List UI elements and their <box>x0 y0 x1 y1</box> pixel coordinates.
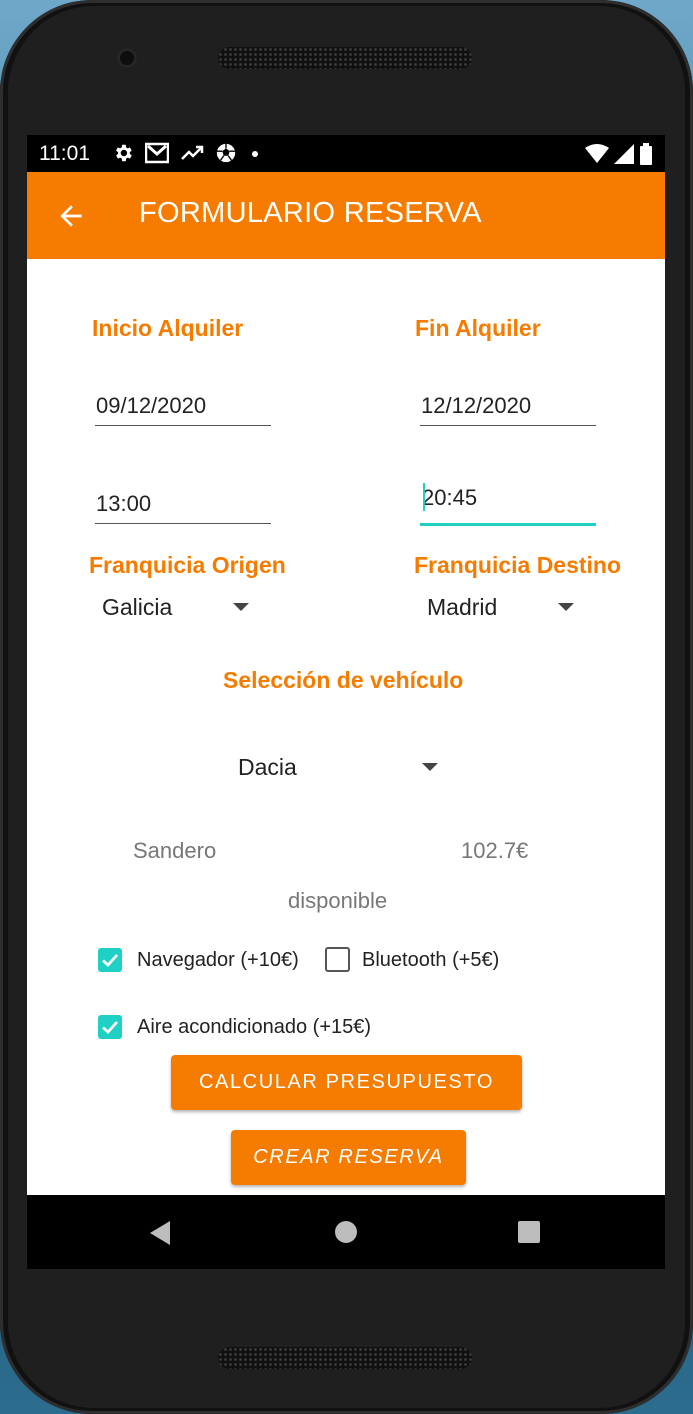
gmail-icon <box>145 142 169 164</box>
checkbox-checked-icon <box>98 1015 122 1039</box>
app-bar: FORMULARIO RESERVA <box>27 172 665 259</box>
fin-fecha-field[interactable]: 12/12/2020 <box>420 389 596 426</box>
gear-icon <box>116 144 132 162</box>
text-cursor <box>423 483 425 511</box>
fin-hora-field[interactable]: 20:45 <box>420 483 596 526</box>
chevron-down-icon <box>558 603 574 611</box>
notification-icons <box>112 142 262 164</box>
franquicia-destino-label: Franquicia Destino <box>414 552 622 578</box>
crear-reserva-button[interactable]: CREAR RESERVA <box>231 1130 466 1185</box>
inicio-hora-value: 13:00 <box>96 491 152 516</box>
chevron-down-icon <box>233 603 249 611</box>
fin-hora-value: 20:45 <box>422 485 478 510</box>
dot-icon <box>252 151 258 157</box>
status-time: 11:01 <box>39 142 90 165</box>
top-speaker <box>218 47 472 69</box>
disponibilidad-text: disponible <box>288 888 388 913</box>
arrow-back-icon[interactable] <box>55 200 87 232</box>
front-camera <box>117 48 137 68</box>
bottom-speaker <box>218 1347 472 1369</box>
recents-nav-icon[interactable] <box>517 1220 541 1244</box>
inicio-alquiler-label: Inicio Alquiler <box>92 315 244 341</box>
inicio-hora-field[interactable]: 13:00 <box>95 487 271 524</box>
franquicia-origen-label: Franquicia Origen <box>89 552 286 578</box>
trending-icon <box>181 145 204 160</box>
home-nav-icon[interactable] <box>334 1220 358 1244</box>
precio-text: 102.7€ <box>461 838 529 863</box>
page-title: FORMULARIO RESERVA <box>139 197 482 229</box>
bluetooth-label: Bluetooth (+5€) <box>362 949 500 971</box>
soccer-ball-icon <box>216 143 236 163</box>
franquicia-origen-value: Galicia <box>102 594 173 620</box>
status-bar: 11:01 <box>27 135 665 172</box>
chevron-down-icon <box>422 763 438 771</box>
vehiculo-value: Dacia <box>238 754 297 780</box>
inicio-fecha-value: 09/12/2020 <box>96 393 207 418</box>
aire-acondicionado-label: Aire acondicionado (+15€) <box>137 1016 372 1038</box>
navegador-label: Navegador (+10€) <box>137 949 299 971</box>
back-nav-icon[interactable] <box>148 1220 172 1246</box>
signal-icon <box>614 144 634 164</box>
fin-fecha-value: 12/12/2020 <box>421 393 532 418</box>
seleccion-vehiculo-label: Selección de vehículo <box>223 667 464 693</box>
fin-alquiler-label: Fin Alquiler <box>415 315 541 341</box>
checkbox-checked-icon <box>98 948 122 972</box>
phone-frame: 11:01 FORMULARIO RESERVA Inicio Alquiler… <box>0 0 693 1414</box>
inicio-fecha-field[interactable]: 09/12/2020 <box>95 389 271 426</box>
wifi-icon <box>585 144 609 163</box>
checkbox-unchecked-icon <box>325 947 350 972</box>
battery-icon <box>640 143 652 165</box>
status-right-icons <box>585 143 653 165</box>
screen: 11:01 FORMULARIO RESERVA Inicio Alquiler… <box>27 135 665 1269</box>
modelo-text: Sandero <box>133 838 217 863</box>
calcular-presupuesto-button[interactable]: CALCULAR PRESUPUESTO <box>171 1055 522 1110</box>
navigation-bar <box>27 1195 665 1269</box>
franquicia-destino-value: Madrid <box>427 594 498 620</box>
